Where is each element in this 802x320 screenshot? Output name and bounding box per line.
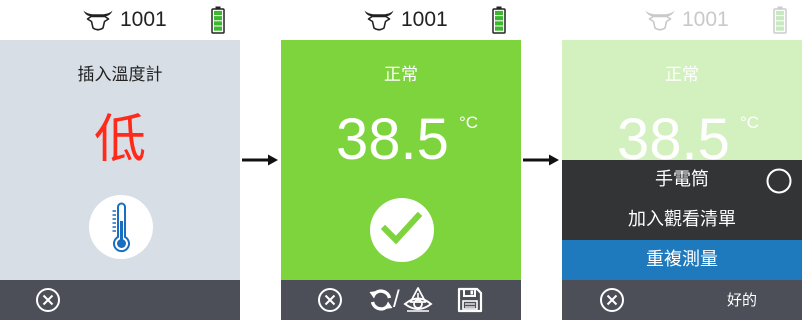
toggle-circle-icon[interactable]	[766, 168, 792, 194]
cow-head-icon	[644, 9, 676, 31]
arrow-right-icon	[523, 154, 559, 166]
remeasure-button[interactable]	[368, 287, 394, 317]
refresh-icon	[369, 289, 393, 311]
status-bar: 1001	[562, 0, 802, 40]
menu-item-flashlight[interactable]: 手電筒	[562, 160, 802, 200]
save-icon	[457, 287, 483, 313]
save-button[interactable]	[456, 286, 484, 318]
thermometer-badge	[89, 195, 153, 259]
status-text: 正常	[384, 65, 418, 85]
menu-item-label: 重複測量	[646, 249, 718, 270]
screen-insert-thermometer: 1001 插入溫度計 低	[0, 0, 240, 320]
temperature-unit: °C	[740, 113, 760, 132]
menu-item-remeasure[interactable]: 重複測量	[562, 240, 802, 280]
close-circle-icon	[36, 288, 60, 312]
ok-button[interactable]: 好的	[712, 290, 772, 310]
icon-separator: /	[393, 286, 400, 313]
menu-item-label: 加入觀看清單	[628, 209, 736, 230]
bottom-bar	[0, 280, 240, 320]
menu-item-label: 手電筒	[655, 169, 709, 190]
cow-head-icon	[363, 9, 395, 31]
cow-head-icon	[82, 9, 114, 31]
close-circle-icon	[318, 288, 342, 312]
device-id: 1001	[682, 8, 729, 31]
device-id: 1001	[401, 8, 448, 31]
temperature-value: 38.5	[336, 107, 449, 172]
status-bar: 1001	[0, 0, 240, 40]
main-panel: 正常 38.5 °C	[281, 40, 521, 280]
bottom-bar: 好的	[562, 280, 802, 320]
arrow-right-icon	[242, 154, 278, 166]
temperature-unit: °C	[459, 113, 479, 132]
menu-item-add-watchlist[interactable]: 加入觀看清單	[562, 200, 802, 240]
main-panel: 插入溫度計 低	[0, 40, 240, 280]
hide-button[interactable]	[403, 286, 433, 318]
options-menu: 手電筒 加入觀看清單 重複測量	[562, 160, 802, 280]
close-button[interactable]	[35, 287, 61, 317]
success-badge	[370, 198, 434, 262]
prompt-text: 插入溫度計	[77, 65, 163, 85]
screen-result-menu: 1001 正常 38.5 °C 手電筒 加入觀看清單 重複測量 好的	[562, 0, 802, 320]
close-circle-icon	[600, 288, 624, 312]
screen-result-normal: 1001 正常 38.5 °C /	[281, 0, 521, 320]
battery-icon	[211, 6, 225, 34]
status-text: 正常	[665, 65, 699, 85]
device-id: 1001	[120, 8, 167, 31]
close-button[interactable]	[317, 287, 343, 317]
bottom-bar: /	[281, 280, 521, 320]
status-bar: 1001	[281, 0, 521, 40]
eye-warning-icon	[403, 287, 433, 312]
battery-icon	[492, 6, 506, 34]
battery-icon	[773, 6, 787, 34]
reading-low: 低	[93, 110, 146, 170]
close-button[interactable]	[599, 287, 625, 317]
